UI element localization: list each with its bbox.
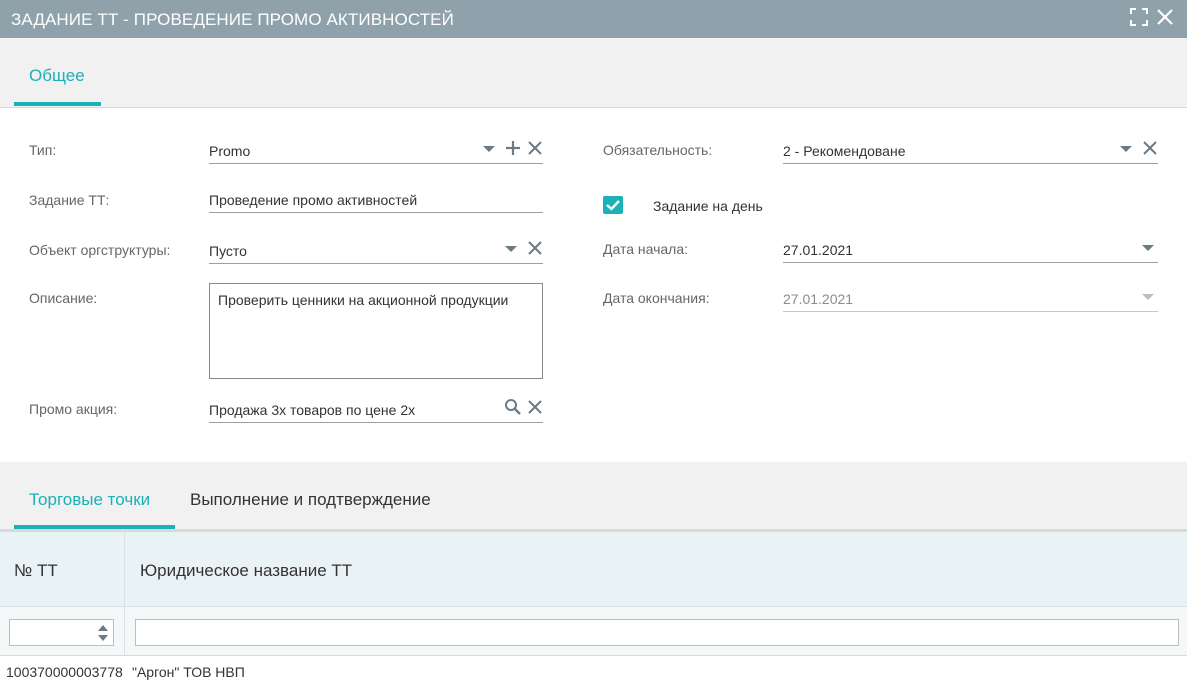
close-icon[interactable] (1154, 6, 1176, 28)
task-field[interactable]: Проведение промо активностей (209, 187, 543, 213)
clear-icon[interactable] (525, 238, 545, 260)
grid-header: № ТТ Юридическое название ТТ (0, 532, 1187, 607)
window-titlebar: ЗАДАНИЕ ТТ - ПРОВЕДЕНИЕ ПРОМО АКТИВНОСТЕ… (0, 0, 1187, 38)
obligation-label: Обязательность: (603, 142, 713, 158)
spinner-icon[interactable] (97, 624, 109, 642)
task-label: Задание ТТ: (29, 192, 110, 208)
column-divider (124, 532, 125, 656)
add-icon[interactable] (503, 138, 523, 160)
top-tab-bar: Общее (0, 38, 1187, 108)
promo-field[interactable]: Продажа 3х товаров по цене 2х (209, 397, 543, 423)
cell-number: 100370000003778 (6, 664, 123, 680)
clear-icon[interactable] (525, 138, 545, 160)
search-icon[interactable] (503, 397, 523, 419)
start-date-field[interactable]: 27.01.2021 (783, 237, 1158, 263)
trade-points-grid: № ТТ Юридическое название ТТ 10037000000… (0, 532, 1187, 687)
description-label: Описание: (29, 290, 98, 306)
table-row[interactable]: 100370000003778 "Аргон" ТОВ НВП (0, 657, 1187, 687)
dropdown-arrow-icon[interactable] (1116, 138, 1136, 160)
dropdown-arrow-icon (1138, 286, 1158, 308)
obligation-value: 2 - Рекомендоване (783, 143, 906, 159)
name-filter-input[interactable] (135, 619, 1179, 646)
type-label: Тип: (29, 142, 57, 158)
end-date-label: Дата окончания: (603, 290, 710, 306)
dropdown-arrow-icon[interactable] (479, 138, 499, 160)
promo-label: Промо акция: (29, 401, 118, 417)
org-object-label: Объект оргструктуры: (29, 242, 171, 258)
clear-icon[interactable] (1140, 138, 1160, 160)
daily-task-checkbox[interactable] (603, 196, 623, 214)
task-form: Тип: Promo Задание ТТ: Проведение промо … (0, 108, 1187, 462)
column-header-number[interactable]: № ТТ (14, 561, 58, 581)
tab-general[interactable]: Общее (29, 66, 85, 86)
daily-task-label: Задание на день (653, 198, 763, 214)
cell-name: "Аргон" ТОВ НВП (132, 664, 245, 680)
type-value: Promo (209, 143, 251, 159)
tab-active-indicator (14, 525, 175, 529)
start-date-value: 27.01.2021 (783, 242, 854, 258)
window-title: ЗАДАНИЕ ТТ - ПРОВЕДЕНИЕ ПРОМО АКТИВНОСТЕ… (11, 10, 454, 29)
promo-value: Продажа 3х товаров по цене 2х (209, 402, 416, 418)
expand-icon[interactable] (1128, 6, 1150, 28)
dropdown-arrow-icon[interactable] (1138, 237, 1158, 259)
end-date-value: 27.01.2021 (783, 291, 854, 307)
tab-active-indicator (14, 102, 101, 106)
task-value: Проведение промо активностей (209, 192, 418, 208)
obligation-field[interactable]: 2 - Рекомендоване (783, 138, 1158, 164)
org-object-field[interactable]: Пусто (209, 238, 543, 264)
clear-icon[interactable] (525, 397, 545, 419)
detail-tab-bar: Торговые точки Выполнение и подтверждени… (0, 462, 1187, 532)
org-object-value: Пусто (209, 243, 247, 259)
tab-trade-points[interactable]: Торговые точки (29, 490, 150, 510)
grid-filter-row (0, 607, 1187, 656)
number-filter-input[interactable] (9, 619, 114, 646)
column-header-name[interactable]: Юридическое название ТТ (140, 561, 352, 581)
type-field[interactable]: Promo (209, 138, 543, 164)
dropdown-arrow-icon[interactable] (501, 238, 521, 260)
description-textarea[interactable]: Проверить ценники на акционной продукции (209, 283, 543, 379)
end-date-field: 27.01.2021 (783, 286, 1158, 312)
start-date-label: Дата начала: (603, 241, 689, 257)
tab-execution[interactable]: Выполнение и подтверждение (190, 490, 431, 510)
